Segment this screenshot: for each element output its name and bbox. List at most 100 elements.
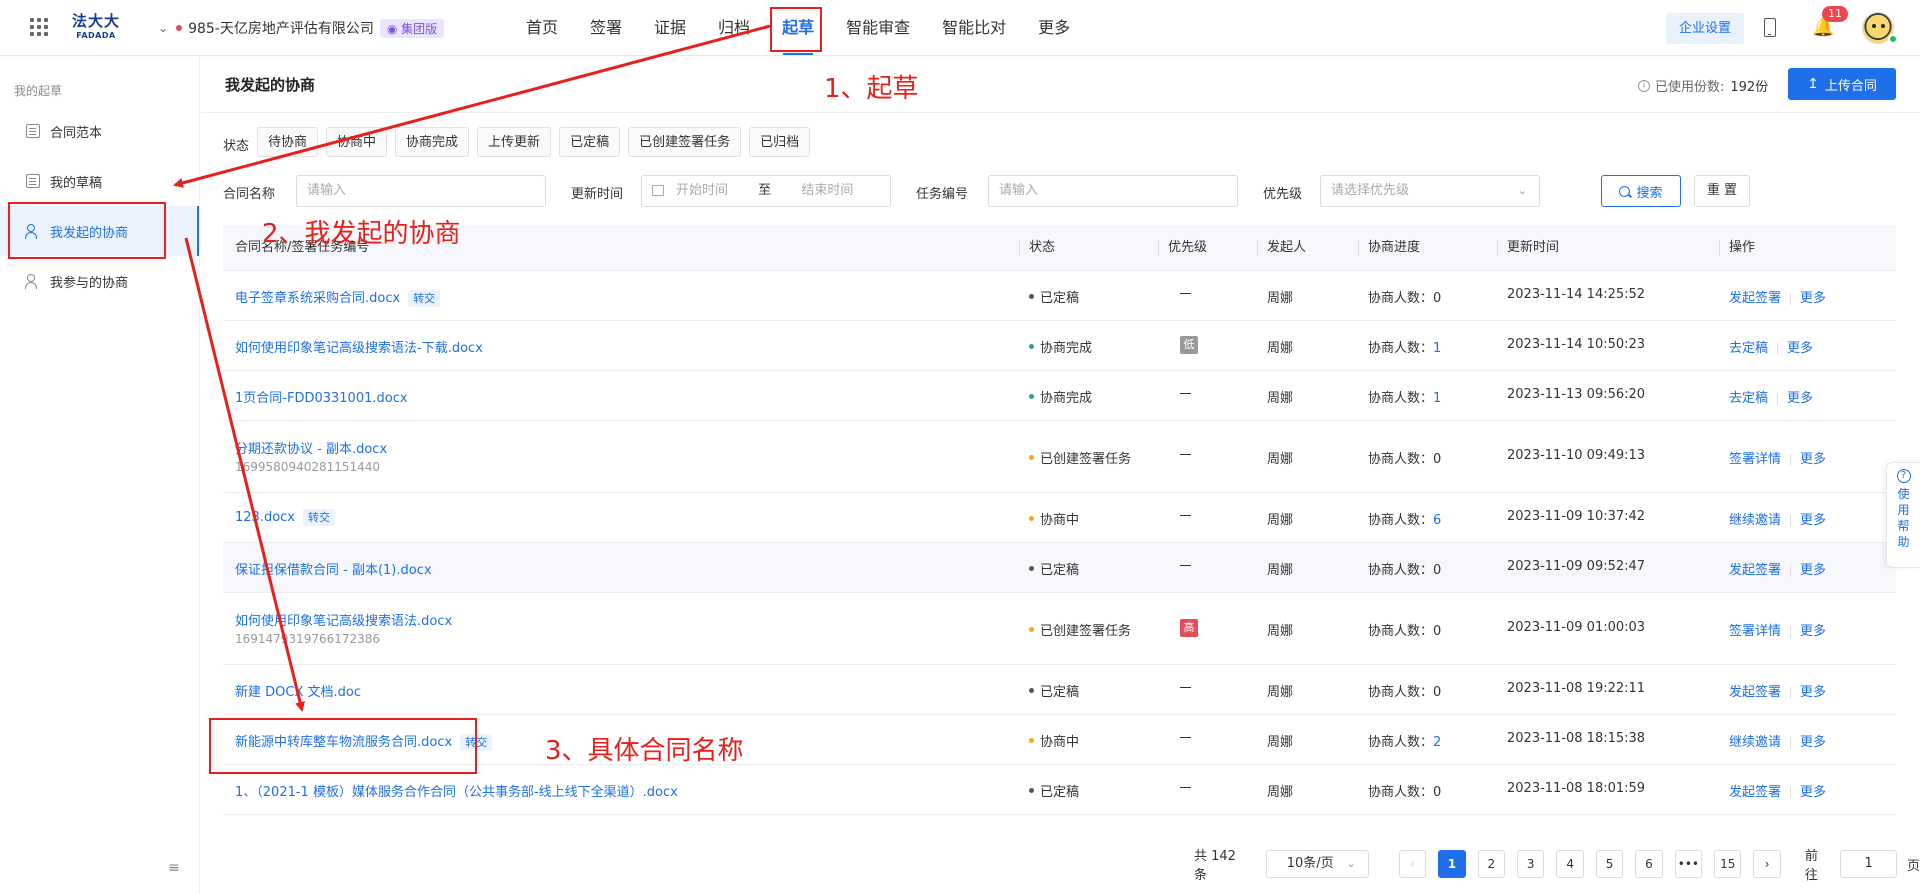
page-size-select[interactable]: 10条/页 ⌄: [1265, 850, 1369, 878]
contract-name-link[interactable]: 1页合同-FDD0331001.docx: [235, 391, 408, 406]
contract-name-link[interactable]: 新建 DOCX 文档.doc: [235, 685, 361, 700]
more-action-link[interactable]: 更多: [1800, 291, 1826, 306]
primary-action-link[interactable]: 签署详情: [1729, 624, 1781, 639]
page-button[interactable]: 6: [1635, 850, 1663, 878]
status-chip[interactable]: 上传更新: [477, 127, 552, 157]
progress-count[interactable]: 1: [1433, 391, 1441, 406]
more-action-link[interactable]: 更多: [1787, 341, 1813, 356]
upload-contract-button[interactable]: ↥ 上传合同: [1788, 68, 1896, 100]
primary-action-link[interactable]: 去定稿: [1729, 391, 1768, 406]
contract-name-link[interactable]: 电子签章系统采购合同.docx: [235, 291, 400, 306]
progress-cell: 协商人数：1: [1368, 337, 1441, 356]
primary-action-link[interactable]: 签署详情: [1729, 452, 1781, 467]
more-action-link[interactable]: 更多: [1800, 685, 1826, 700]
status-chip[interactable]: 协商中: [326, 127, 388, 157]
company-switcher[interactable]: ⌄ 985-天亿房地产评估有限公司 ◉ 集团版: [158, 18, 445, 38]
contract-name-link[interactable]: 如何使用印象笔记高级搜索语法-下载.docx: [235, 341, 483, 356]
primary-action-link[interactable]: 发起签署: [1729, 685, 1781, 700]
task-no-input[interactable]: 请输入: [988, 175, 1238, 207]
contract-name-link[interactable]: 分期还款协议 - 副本.docx: [235, 442, 387, 457]
sidebar-item-templates[interactable]: 合同范本: [0, 106, 199, 156]
goto-page-input[interactable]: 1: [1840, 850, 1898, 878]
progress-count[interactable]: 6: [1433, 513, 1441, 528]
progress-label: 协商人数：: [1368, 785, 1434, 800]
help-widget[interactable]: ? 使用帮助: [1886, 462, 1920, 568]
table-row: 如何使用印象笔记高级搜索语法.docx 1691479319766172386 已创…: [223, 593, 1896, 665]
sidebar-item-joined-negotiations[interactable]: 我参与的协商: [0, 256, 199, 306]
collapse-menu-icon[interactable]: ≡: [168, 860, 180, 876]
contract-name-link[interactable]: 123.docx: [235, 510, 295, 525]
next-page-button[interactable]: ›: [1753, 850, 1781, 878]
end-date: 结束时间: [801, 183, 854, 198]
more-action-link[interactable]: 更多: [1800, 785, 1826, 800]
sidebar-item-drafts[interactable]: 我的草稿: [0, 156, 199, 206]
progress-count[interactable]: 2: [1433, 735, 1441, 750]
progress-count: 0: [1433, 785, 1442, 800]
updated-cell: 2023-11-08 18:01:59: [1507, 781, 1646, 796]
status-chip[interactable]: 已创建签署任务: [628, 127, 742, 157]
priority-select[interactable]: 请选择优先级 ⌄: [1320, 175, 1540, 207]
priority-none: [1180, 686, 1191, 689]
chevron-down-icon: ⌄: [1517, 184, 1527, 197]
enterprise-settings-button[interactable]: 企业设置: [1666, 13, 1744, 44]
more-action-link[interactable]: 更多: [1800, 624, 1826, 639]
contract-name-link[interactable]: 保证担保借款合同 - 副本(1).docx: [235, 563, 432, 578]
contract-name-link[interactable]: 1、（2021-1 模板）媒体服务合作合同（公共事务部-线上线下全渠道）.doc…: [235, 785, 678, 800]
primary-action-link[interactable]: 发起签署: [1729, 785, 1781, 800]
progress-cell: 协商人数：0: [1368, 448, 1441, 467]
status-chip[interactable]: 待协商: [257, 127, 319, 157]
mobile-icon[interactable]: [1764, 18, 1776, 37]
fadada-logo[interactable]: 法大大 FADADA: [70, 12, 122, 44]
contract-name-cell: 1页合同-FDD0331001.docx: [235, 387, 408, 406]
reset-button[interactable]: 重 置: [1694, 175, 1750, 207]
more-action-link[interactable]: 更多: [1787, 391, 1813, 406]
prev-page-button[interactable]: ‹: [1398, 850, 1427, 878]
primary-action-link[interactable]: 发起签署: [1729, 563, 1781, 578]
status-chip[interactable]: 协商完成: [395, 127, 470, 157]
primary-action-link[interactable]: 发起签署: [1729, 291, 1781, 306]
search-button[interactable]: 搜索: [1601, 175, 1681, 207]
page-button[interactable]: 5: [1595, 850, 1624, 878]
status-cell: 已创建签署任务: [1029, 448, 1131, 467]
table-header: 合同名称/签署任务编号 状态 优先级 发起人 协商进度 更新时间 操作: [223, 225, 1896, 271]
status-chip[interactable]: 已定稿: [559, 127, 621, 157]
divider: [1790, 514, 1792, 527]
page-button[interactable]: 2: [1477, 850, 1506, 878]
app-grid-icon[interactable]: [30, 18, 48, 36]
nav-more[interactable]: 更多: [1027, 0, 1081, 56]
priority-none: [1180, 514, 1191, 517]
progress-count[interactable]: 1: [1433, 341, 1441, 356]
nav-evidence[interactable]: 证据: [643, 0, 697, 56]
nav-smart-compare[interactable]: 智能比对: [931, 0, 1017, 56]
upload-label: 上传合同: [1824, 78, 1877, 94]
status-chip[interactable]: 已归档: [749, 127, 811, 157]
primary-action-link[interactable]: 继续邀请: [1729, 735, 1781, 750]
page-suffix: 页: [1907, 858, 1920, 874]
page-button[interactable]: 15: [1714, 850, 1742, 878]
nav-home[interactable]: 首页: [515, 0, 569, 56]
page-ellipsis[interactable]: •••: [1674, 850, 1703, 878]
contract-name-input[interactable]: 请输入: [296, 175, 546, 207]
nav-smart-review[interactable]: 智能审查: [835, 0, 921, 56]
date-range-picker[interactable]: 开始时间 至 结束时间: [641, 175, 891, 207]
status-dot: [1029, 788, 1034, 793]
page-button[interactable]: 4: [1556, 850, 1584, 878]
more-action-link[interactable]: 更多: [1800, 735, 1826, 750]
status-text: 协商完成: [1040, 341, 1093, 356]
page-button[interactable]: 1: [1438, 850, 1466, 878]
upload-icon: ↥: [1807, 76, 1819, 92]
col-status: 状态: [1019, 225, 1055, 271]
progress-label: 协商人数：: [1368, 624, 1434, 639]
page-button[interactable]: 3: [1517, 850, 1545, 878]
more-action-link[interactable]: 更多: [1800, 452, 1826, 467]
contract-name-cell: 电子签章系统采购合同.docx 转交: [235, 287, 441, 307]
nav-sign[interactable]: 签署: [579, 0, 633, 56]
more-action-link[interactable]: 更多: [1800, 563, 1826, 578]
priority-cell: [1180, 386, 1191, 401]
nav-archive[interactable]: 归档: [707, 0, 761, 56]
primary-action-link[interactable]: 去定稿: [1729, 341, 1768, 356]
more-action-link[interactable]: 更多: [1800, 513, 1826, 528]
actions-cell: 发起签署 更多: [1729, 287, 1826, 306]
contract-name-link[interactable]: 如何使用印象笔记高级搜索语法.docx: [235, 614, 452, 629]
primary-action-link[interactable]: 继续邀请: [1729, 513, 1781, 528]
